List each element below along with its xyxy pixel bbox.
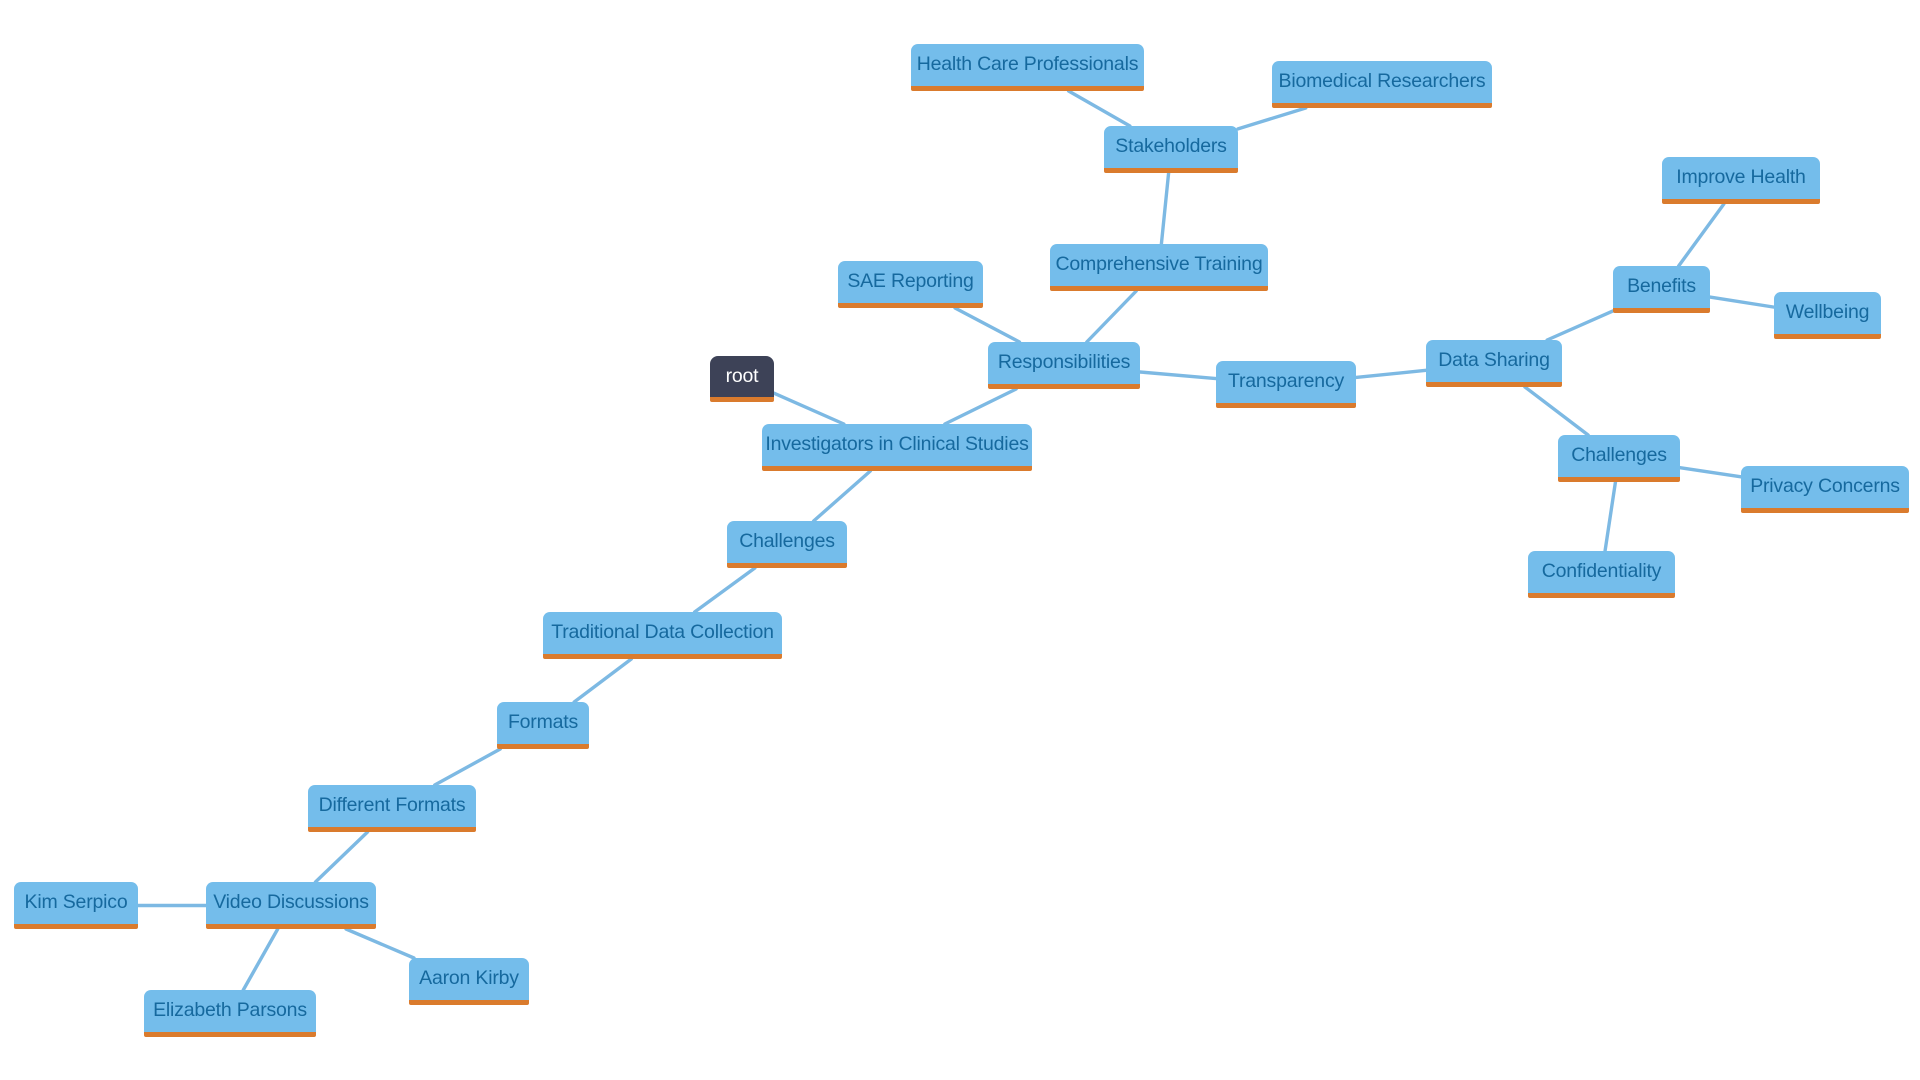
node-label: Wellbeing <box>1785 301 1870 324</box>
node-label: root <box>725 364 759 387</box>
node-label: Stakeholders <box>1115 135 1227 158</box>
mindmap-node-video-discussions[interactable]: Video Discussions <box>206 882 376 929</box>
node-label: Privacy Concerns <box>1750 475 1900 498</box>
node-label: Kim Serpico <box>24 891 128 914</box>
node-label: SAE Reporting <box>847 270 974 293</box>
node-label: Data Sharing <box>1438 349 1550 372</box>
node-label: Aaron Kirby <box>419 967 519 990</box>
mindmap-node-elizabeth-parsons[interactable]: Elizabeth Parsons <box>144 990 316 1037</box>
node-label: Comprehensive Training <box>1055 253 1263 276</box>
mindmap-node-transparency[interactable]: Transparency <box>1216 361 1356 408</box>
mindmap-node-privacy-concerns[interactable]: Privacy Concerns <box>1741 466 1909 513</box>
mindmap-node-health-care-professionals[interactable]: Health Care Professionals <box>911 44 1144 91</box>
node-label: Benefits <box>1627 275 1696 298</box>
mindmap-node-improve-health[interactable]: Improve Health <box>1662 157 1820 204</box>
node-label: Different Formats <box>318 794 466 817</box>
mindmap-node-challenges-data[interactable]: Challenges <box>1558 435 1680 482</box>
mindmap-node-responsibilities[interactable]: Responsibilities <box>988 342 1140 389</box>
mindmap-node-comprehensive-training[interactable]: Comprehensive Training <box>1050 244 1268 291</box>
node-label: Transparency <box>1227 370 1345 393</box>
node-label: Traditional Data Collection <box>551 621 774 644</box>
mindmap-node-root[interactable]: root <box>710 356 774 402</box>
mindmap-node-aaron-kirby[interactable]: Aaron Kirby <box>409 958 529 1005</box>
mindmap-node-investigators[interactable]: Investigators in Clinical Studies <box>762 424 1032 471</box>
node-label: Investigators in Clinical Studies <box>765 433 1029 456</box>
node-label: Responsibilities <box>997 351 1131 374</box>
node-layer: root Investigators in Clinical Studies Res… <box>0 0 1920 1080</box>
node-label: Biomedical Researchers <box>1278 70 1486 93</box>
node-label: Formats <box>507 711 579 734</box>
mindmap-node-confidentiality[interactable]: Confidentiality <box>1528 551 1675 598</box>
node-label: Confidentiality <box>1541 560 1662 583</box>
mindmap-node-stakeholders[interactable]: Stakeholders <box>1104 126 1238 173</box>
node-label: Elizabeth Parsons <box>153 999 307 1022</box>
mindmap-node-benefits[interactable]: Benefits <box>1613 266 1710 313</box>
mindmap-node-formats[interactable]: Formats <box>497 702 589 749</box>
mindmap-node-wellbeing[interactable]: Wellbeing <box>1774 292 1881 339</box>
mindmap-node-sae-reporting[interactable]: SAE Reporting <box>838 261 983 308</box>
node-label: Challenges <box>1571 444 1667 467</box>
mindmap-node-data-sharing[interactable]: Data Sharing <box>1426 340 1562 387</box>
mindmap-node-different-formats[interactable]: Different Formats <box>308 785 476 832</box>
node-label: Video Discussions <box>213 891 369 914</box>
mindmap-node-kim-serpico[interactable]: Kim Serpico <box>14 882 138 929</box>
node-label: Challenges <box>739 530 835 553</box>
node-label: Improve Health <box>1676 166 1806 189</box>
mindmap-node-biomedical-researchers[interactable]: Biomedical Researchers <box>1272 61 1492 108</box>
mindmap-node-challenges-inv[interactable]: Challenges <box>727 521 847 568</box>
node-label: Health Care Professionals <box>916 53 1139 76</box>
mindmap-node-traditional-data[interactable]: Traditional Data Collection <box>543 612 782 659</box>
mindmap-canvas: root Investigators in Clinical Studies Res… <box>0 0 1920 1080</box>
